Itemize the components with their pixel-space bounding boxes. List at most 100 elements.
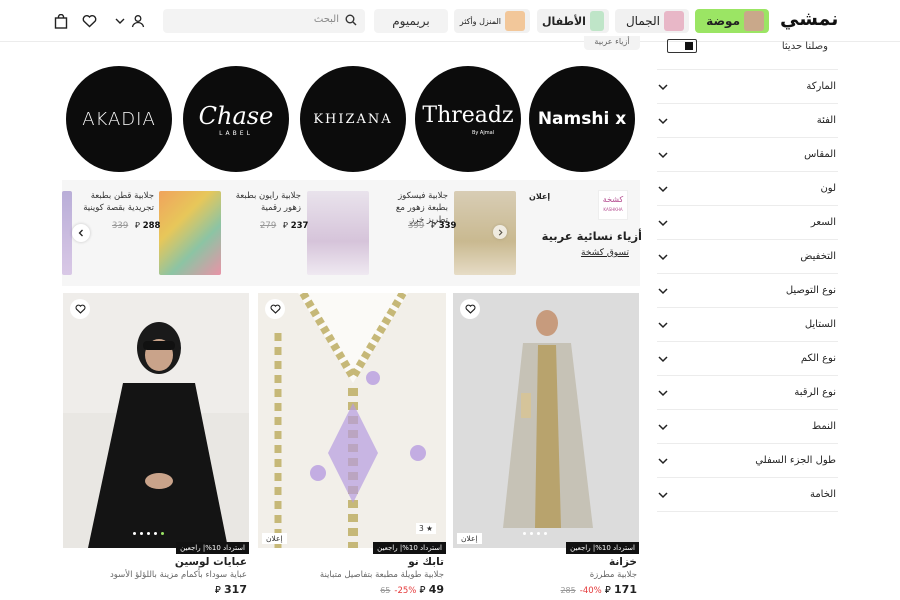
price-old: 65: [380, 586, 391, 595]
heart-icon: [464, 304, 476, 314]
brand-chase-label[interactable]: Chase LABEL: [183, 66, 289, 172]
filter-label: الماركة: [806, 81, 836, 92]
filter-row[interactable]: طول الجزء السفلي: [657, 444, 838, 478]
chevron-down-icon: [658, 491, 668, 498]
chevron-down-icon: [658, 83, 668, 90]
chevron-down-icon: [658, 321, 668, 328]
wishlist-button[interactable]: [265, 299, 285, 319]
chevron-down-icon: [658, 389, 668, 396]
filter-row[interactable]: الماركة: [657, 70, 838, 104]
product-description[interactable]: جلابية مطرزة: [590, 570, 637, 580]
chevron-left-icon: [78, 229, 83, 237]
garment-closeup: [258, 293, 446, 548]
product-price: 317 ⃁: [214, 583, 247, 596]
price-old: 399: [408, 221, 425, 231]
kashkha-logo-sub: KASHKHA: [603, 207, 623, 212]
chevron-down-icon: [115, 18, 125, 24]
product-description[interactable]: عباية سوداء بأكمام مزينة باللؤلؤ الأسود: [110, 570, 247, 580]
carousel-prev-button[interactable]: [72, 224, 90, 242]
filter-label: المقاس: [804, 149, 836, 160]
category-fashion[interactable]: موضة: [695, 9, 769, 33]
heart-icon[interactable]: [78, 10, 100, 32]
image-dots: [523, 532, 547, 535]
filter-row[interactable]: السعر: [657, 206, 838, 240]
product-image[interactable]: [453, 293, 639, 548]
product-brand[interactable]: تابك نو: [408, 556, 444, 568]
discount-percent: -40%: [579, 586, 602, 596]
ad-tag: إعلان: [262, 533, 287, 544]
user-icon: [131, 15, 145, 28]
ad-product-image[interactable]: [307, 191, 369, 275]
brand-sub: By Ajmal: [471, 129, 495, 136]
category-home-label: المنزل وأكثر: [459, 16, 501, 26]
category-beauty[interactable]: الجمال: [615, 9, 689, 33]
product-card[interactable]: إعلان استرداد 10%| راجعين خزانة جلابية م…: [453, 293, 639, 596]
new-arrivals-label: وصلنا حديثا: [781, 41, 828, 52]
filter-row[interactable]: النمط: [657, 410, 838, 444]
product-brand[interactable]: خزانة: [609, 556, 637, 568]
price-old: 339: [112, 221, 129, 231]
brand-name: Chase: [198, 101, 274, 130]
filter-label: الستايل: [804, 319, 836, 330]
product-image[interactable]: [63, 293, 249, 548]
filter-row[interactable]: الستايل: [657, 308, 838, 342]
brand-name: Namshi x: [537, 109, 627, 129]
chevron-down-icon: [658, 423, 668, 430]
bag-icon[interactable]: [50, 10, 72, 32]
discount-percent: -25%: [394, 586, 417, 596]
breadcrumb[interactable]: أزياء عربية: [584, 36, 640, 50]
price-current: 339: [438, 221, 457, 231]
ad-product-title[interactable]: جلابية قطن بطبعة تجريدية بقصة كوينية: [82, 190, 154, 214]
rating-badge: 3 ★: [416, 523, 436, 534]
brand-khizana[interactable]: KHIZANA: [300, 66, 406, 172]
breadcrumb-label: أزياء عربية: [594, 37, 630, 46]
brand-sub: LABEL: [219, 129, 253, 137]
kashkha-logo[interactable]: كشخة KASHKHA: [598, 190, 628, 220]
ad-product-price: 339 ⃁ 399: [408, 221, 457, 231]
product-card[interactable]: 3 ★ إعلان استرداد 10%| راجعين تابك نو جل…: [258, 293, 446, 596]
kashkha-logo-text: كشخة: [602, 195, 624, 204]
cashback-badge: استرداد 10%| راجعين: [566, 542, 639, 554]
category-home[interactable]: المنزل وأكثر: [454, 9, 530, 33]
ad-tag: إعلان: [529, 192, 551, 201]
filter-row[interactable]: نوع الكم: [657, 342, 838, 376]
wishlist-button[interactable]: [460, 299, 480, 319]
ad-product-image[interactable]: [159, 191, 221, 275]
brand-namshi-x[interactable]: Namshi x: [529, 66, 635, 172]
image-next-button[interactable]: [493, 225, 507, 239]
product-image[interactable]: [258, 293, 446, 548]
price-current: 237: [290, 221, 309, 231]
account-menu-button[interactable]: [112, 10, 148, 32]
ad-product-title[interactable]: جلابية رايون بطبعة زهور رقمية: [229, 190, 301, 214]
ad-product-image-partial: [62, 191, 72, 275]
brand-name: KHIZANA: [313, 111, 393, 127]
product-price: 49 ⃁ 65 -25%: [380, 583, 444, 596]
beauty-category-thumb: [664, 11, 684, 31]
filter-row[interactable]: المقاس: [657, 138, 838, 172]
filter-label: نوع التوصيل: [785, 285, 836, 296]
product-description[interactable]: جلابية طويلة مطبعة بتفاصيل متباينة: [320, 570, 444, 580]
shop-kashkha-link[interactable]: تسوق كشخة: [581, 248, 629, 258]
product-brand[interactable]: عبايات لوسين: [175, 556, 247, 568]
product-card[interactable]: استرداد 10%| راجعين عبايات لوسين عباية س…: [63, 293, 249, 596]
filter-row[interactable]: الفئة: [657, 104, 838, 138]
brand-akadia[interactable]: AKADIA: [66, 66, 172, 172]
filter-label: النمط: [811, 421, 836, 432]
chevron-down-icon: [658, 185, 668, 192]
wishlist-button[interactable]: [70, 299, 90, 319]
new-arrivals-toggle[interactable]: [667, 39, 697, 53]
filter-row[interactable]: التخفيض: [657, 240, 838, 274]
chevron-down-icon: [658, 253, 668, 260]
premium-button[interactable]: بريميوم: [374, 9, 448, 33]
heart-icon: [269, 304, 281, 314]
filter-row[interactable]: لون: [657, 172, 838, 206]
product-price: 171 ⃁ 285 -40%: [560, 583, 637, 596]
cashback-badge: استرداد 10%| راجعين: [373, 542, 446, 554]
search-input[interactable]: البحث: [163, 9, 365, 33]
filter-row[interactable]: الخامة: [657, 478, 838, 512]
filter-row[interactable]: نوع الرقبة: [657, 376, 838, 410]
filter-row[interactable]: نوع التوصيل: [657, 274, 838, 308]
category-kids[interactable]: الأطفال: [537, 9, 609, 33]
brand-threadz[interactable]: Threadz By Ajmal: [415, 66, 521, 172]
namshi-logo[interactable]: نمشي: [780, 8, 839, 30]
